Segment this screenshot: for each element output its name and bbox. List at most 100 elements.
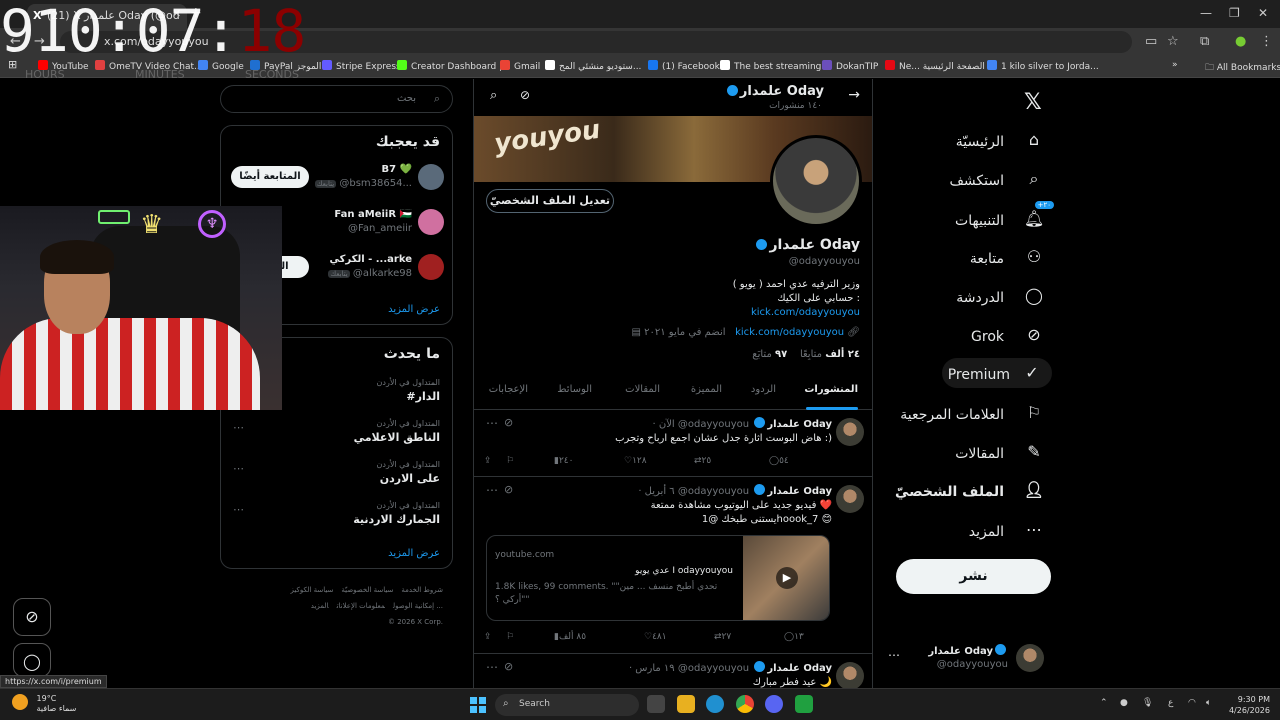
- bookmark-item[interactable]: DokanTIP: [822, 60, 878, 72]
- bio-link[interactable]: kick.com/odayyouyou: [733, 306, 860, 320]
- taskbar-search[interactable]: ⌕ Search: [495, 694, 639, 716]
- trend-item[interactable]: على الاردن: [380, 472, 440, 485]
- more-icon[interactable]: ⋯: [486, 483, 498, 497]
- footer-link[interactable]: معلومات الإعلانات: [337, 602, 385, 610]
- menu-icon[interactable]: ⋮: [1260, 34, 1273, 49]
- apps-icon[interactable]: ⊞: [8, 58, 17, 71]
- forward-icon[interactable]: →: [34, 34, 45, 49]
- tab-posts[interactable]: المنشورات: [804, 384, 858, 395]
- grok-icon[interactable]: ⊘: [504, 483, 513, 496]
- file-explorer-icon[interactable]: [677, 695, 695, 713]
- reply-stat[interactable]: ◯ ١٣: [784, 632, 804, 642]
- tray-app-icon[interactable]: ●: [1120, 698, 1128, 708]
- who-to-follow-row[interactable]: B7 💚 يتابعك @bsm38654... المتابعة أيضًا: [221, 160, 454, 200]
- cast-icon[interactable]: ▭: [1145, 34, 1157, 49]
- nav-item-profile[interactable]: الملف الشخصيّ 👤︎: [846, 478, 1046, 510]
- bookmark-item[interactable]: 1 kilo silver to Jorda...: [987, 60, 1099, 72]
- bookmark-item[interactable]: Creator Dashboard |...: [397, 60, 511, 72]
- nav-item-home[interactable]: الرئيسيّة ⌂: [846, 128, 1046, 160]
- following-stat[interactable]: ٩٧ متابَع: [752, 349, 787, 360]
- star-icon[interactable]: ☆: [1167, 34, 1179, 49]
- taskbar-clock[interactable]: 9:30 PM 4/26/2026: [1228, 694, 1270, 716]
- views-stat[interactable]: ▮ ٢٤٠: [554, 456, 573, 466]
- reply-stat[interactable]: ◯ ٥٤: [769, 456, 789, 466]
- tab-replies[interactable]: الردود: [751, 384, 776, 395]
- restore-icon[interactable]: ❐: [1229, 6, 1240, 20]
- trend-more-icon[interactable]: ⋯: [233, 503, 244, 516]
- bookmark-icon[interactable]: ⚐: [506, 456, 514, 466]
- account-switcher[interactable]: علمدار Oday @odayyouyou ⋯: [888, 640, 1058, 680]
- more-icon[interactable]: ⋯: [486, 416, 498, 430]
- grok-float-button[interactable]: ⊘: [13, 598, 51, 636]
- nav-item-more[interactable]: المزيد ⋯: [846, 518, 1046, 550]
- account-more-icon[interactable]: ⋯: [888, 648, 900, 662]
- bookmark-icon[interactable]: ⚐: [506, 632, 514, 642]
- discord-icon[interactable]: [765, 695, 783, 713]
- bookmarks-overflow-icon[interactable]: »: [1172, 60, 1178, 70]
- like-stat[interactable]: ♡ ٤٨١: [644, 632, 667, 642]
- tab-likes[interactable]: الإعجابات: [489, 384, 528, 395]
- tab-media[interactable]: الوسائط: [557, 384, 592, 395]
- bookmark-item[interactable]: ستوديو منشئي المح...: [545, 60, 641, 72]
- nav-item-bell[interactable]: التنبيهات 🔔︎ +٢٠: [846, 201, 1054, 239]
- tweet[interactable]: · الآن @odayyouyou علمدار Oday هاض البوس…: [474, 410, 872, 477]
- footer-link[interactable]: سياسة الكوكيز: [291, 586, 334, 594]
- nav-item-premium[interactable]: Premium ✓: [942, 358, 1052, 388]
- volume-icon[interactable]: 🔈︎: [1206, 698, 1211, 708]
- bookmark-item[interactable]: Gmail: [500, 60, 540, 72]
- app-icon[interactable]: [795, 695, 813, 713]
- windows-start-icon[interactable]: [470, 697, 486, 713]
- show-more-link[interactable]: عرض المزيد: [388, 304, 440, 315]
- youtube-link-card[interactable]: ▶ youtube.com عدي يويو I odayyouyou 1.8K…: [486, 535, 830, 621]
- tab-highlights[interactable]: المميزة: [691, 384, 722, 395]
- trend-more-icon[interactable]: ⋯: [233, 421, 244, 434]
- trend-item[interactable]: #الدار: [406, 390, 440, 403]
- back-icon[interactable]: ←: [10, 34, 21, 49]
- nav-item-bookmark[interactable]: العلامات المرجعية ⚐: [846, 401, 1046, 433]
- tray-chevron-icon[interactable]: ⌃: [1100, 698, 1108, 708]
- search-input[interactable]: بحث ⌕: [220, 85, 453, 113]
- all-bookmarks[interactable]: 🗀 All Bookmarks: [1205, 60, 1280, 76]
- profile-avatar[interactable]: [770, 135, 862, 227]
- more-icon[interactable]: ⋯: [486, 660, 498, 674]
- edge-icon[interactable]: [706, 695, 724, 713]
- share-icon[interactable]: ⇪: [484, 632, 492, 642]
- bookmark-item[interactable]: The best streaming...: [720, 60, 830, 72]
- search-icon[interactable]: ⌕: [490, 88, 497, 103]
- profile-website[interactable]: kick.com/odayyouyou: [735, 327, 844, 338]
- trends-show-more-link[interactable]: عرض المزيد: [388, 548, 440, 559]
- new-tab-icon[interactable]: +: [190, 5, 202, 21]
- bookmark-item[interactable]: Ne... الصفحة الرئيسية: [885, 60, 985, 72]
- views-stat[interactable]: ▮ ٨٥ ألف: [554, 632, 586, 642]
- tab-articles[interactable]: المقالات: [625, 384, 660, 395]
- followers-stat[interactable]: ٢٤ ألف متابِعًا: [800, 349, 860, 360]
- share-icon[interactable]: ⇪: [484, 456, 492, 466]
- tab-close-icon[interactable]: ✕: [172, 7, 181, 20]
- window-close-icon[interactable]: ✕: [1258, 6, 1268, 20]
- mic-icon[interactable]: 🎙︎: [1142, 698, 1153, 708]
- repost-stat[interactable]: ⇄ ٢٧: [714, 632, 731, 642]
- weather-widget[interactable]: 19°C سماء صافية: [12, 694, 76, 714]
- bookmark-item[interactable]: (1) Facebook: [648, 60, 720, 72]
- like-stat[interactable]: ♡ ١٢٨: [624, 456, 647, 466]
- trend-item[interactable]: الناطق الاعلامي: [354, 431, 440, 444]
- chrome-icon[interactable]: [736, 695, 754, 713]
- minimize-icon[interactable]: —: [1200, 6, 1212, 20]
- chat-float-button[interactable]: ◯: [13, 643, 51, 677]
- edit-profile-button[interactable]: تعديل الملف الشخصيّ: [486, 189, 614, 213]
- footer-link[interactable]: سياسة الخصوصيّة: [341, 586, 393, 594]
- nav-item-search[interactable]: استكشف ⌕: [846, 167, 1046, 199]
- extensions-icon[interactable]: ⧉: [1200, 34, 1209, 49]
- trend-more-icon[interactable]: ⋯: [233, 462, 244, 475]
- profile-avatar-icon[interactable]: ●: [1235, 34, 1246, 49]
- repost-stat[interactable]: ⇄ ٢٥: [694, 456, 711, 466]
- grok-icon[interactable]: ⊘: [520, 88, 530, 102]
- grok-icon[interactable]: ⊘: [504, 416, 513, 429]
- x-logo-icon[interactable]: 𝕏: [1024, 90, 1042, 115]
- nav-item-grok[interactable]: Grok ⊘: [846, 323, 1046, 355]
- tweet[interactable]: · ١٩ مارس @odayyouyou علمدار Oday عيد فط…: [474, 654, 872, 688]
- nav-item-article[interactable]: المقالات ✎: [846, 440, 1046, 472]
- nav-item-chat[interactable]: الدردشة ◯: [846, 284, 1046, 316]
- wifi-icon[interactable]: ◠: [1188, 698, 1196, 708]
- back-arrow-icon[interactable]: →: [848, 87, 860, 103]
